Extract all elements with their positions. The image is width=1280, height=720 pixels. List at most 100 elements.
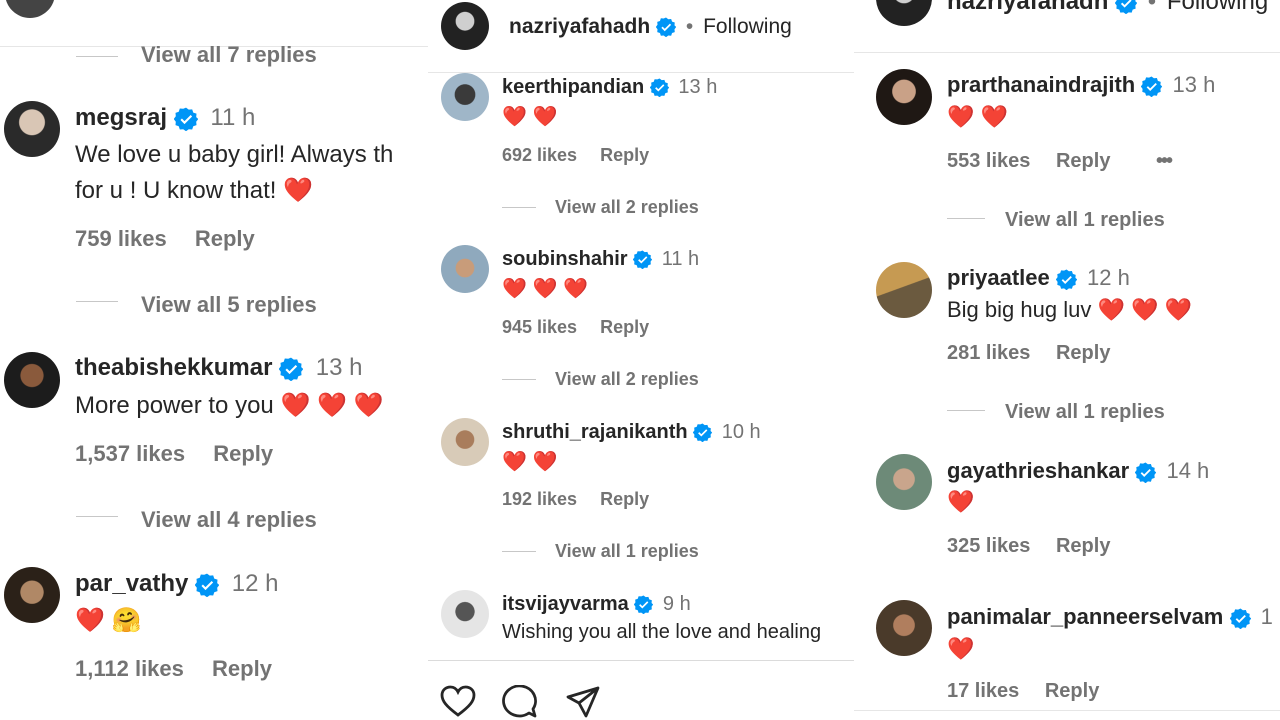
comment-text: ❤️ — [947, 489, 975, 514]
likes-count[interactable]: 692 likes — [502, 145, 577, 165]
timestamp: 9 h — [662, 593, 691, 615]
avatar-megsraj[interactable] — [4, 101, 60, 157]
verified-badge-icon — [195, 573, 220, 597]
reply-line — [947, 410, 985, 411]
username[interactable]: prarthanaindrajith — [947, 72, 1135, 97]
view-replies-link[interactable]: View all 7 replies — [141, 42, 317, 68]
reply-button[interactable]: Reply — [1056, 342, 1110, 364]
likes-count[interactable]: 945 likes — [502, 317, 577, 337]
timestamp: 13 h — [678, 76, 718, 98]
reply-button[interactable]: Reply — [213, 441, 273, 466]
likes-count[interactable]: 281 likes — [947, 342, 1030, 364]
avatar-prarthanaindrajith[interactable] — [876, 69, 932, 125]
likes-count[interactable]: 1,537 likes — [75, 441, 185, 466]
view-replies-link[interactable]: View all 2 replies — [555, 197, 699, 218]
reply-button[interactable]: Reply — [195, 226, 255, 251]
verified-badge-icon — [634, 595, 654, 615]
comments-panel-right: nazriyafahadh • Following prarthanaindra… — [854, 0, 1280, 720]
reply-button[interactable]: Reply — [1045, 680, 1099, 702]
comment-meta: 192 likes Reply — [502, 489, 649, 510]
comment-header: priyaatlee 12 h — [947, 265, 1130, 291]
reply-button[interactable]: Reply — [600, 145, 649, 165]
post-author-username[interactable]: nazriyafahadh — [509, 15, 650, 38]
post-author-avatar[interactable] — [876, 0, 932, 26]
reply-line — [502, 551, 536, 552]
following-button[interactable]: Following — [1167, 0, 1268, 15]
username[interactable]: soubinshahir — [502, 248, 628, 270]
username[interactable]: shruthi_rajanikanth — [502, 421, 688, 443]
timestamp: 14 h — [1166, 458, 1210, 483]
comment-meta: 325 likes Reply — [947, 535, 1110, 558]
username[interactable]: itsvijayvarma — [502, 593, 629, 615]
avatar-shruthi_rajanikanth[interactable] — [441, 418, 489, 466]
view-replies-link[interactable]: View all 1 replies — [555, 541, 699, 562]
more-options-icon[interactable]: ••• — [1156, 150, 1173, 172]
comment-meta: 281 likes Reply — [947, 342, 1110, 365]
comment-header: itsvijayvarma 9 h — [502, 593, 691, 616]
reply-line — [76, 56, 118, 57]
avatar-gayathrieshankar[interactable] — [876, 454, 932, 510]
timestamp: 12 h — [1086, 265, 1130, 290]
heart-icon[interactable] — [440, 685, 476, 717]
likes-count[interactable]: 325 likes — [947, 535, 1030, 557]
verified-badge-icon — [1055, 269, 1077, 290]
comment-icon[interactable] — [502, 685, 538, 719]
share-icon[interactable] — [565, 685, 601, 719]
comments-panel-left: View all 7 replies megsraj 11 h We love … — [0, 0, 428, 720]
username[interactable]: theabishekkumar — [75, 354, 272, 381]
reply-line — [502, 379, 536, 380]
post-header: nazriyafahadh • Following — [947, 0, 1268, 16]
avatar-itsvijayvarma[interactable] — [441, 590, 489, 638]
view-replies-link[interactable]: View all 2 replies — [555, 369, 699, 390]
comment-text: ❤️ ❤️ — [502, 451, 558, 473]
likes-count[interactable]: 553 likes — [947, 150, 1030, 172]
reply-button[interactable]: Reply — [600, 489, 649, 509]
post-author-avatar[interactable] — [441, 2, 489, 50]
comment-meta: 17 likes Reply — [947, 680, 1099, 703]
likes-count[interactable]: 17 likes — [947, 680, 1019, 702]
comment-header: soubinshahir 11 h — [502, 248, 699, 271]
avatar-soubinshahir[interactable] — [441, 245, 489, 293]
verified-badge-icon — [649, 78, 669, 98]
likes-count[interactable]: 759 likes — [75, 226, 167, 251]
comment-meta: 1,112 likes Reply — [75, 656, 272, 682]
timestamp: 11 h — [210, 104, 256, 131]
separator-dot: • — [1147, 0, 1157, 15]
verified-badge-icon — [1141, 76, 1163, 97]
avatar[interactable] — [5, 0, 55, 18]
reply-button[interactable]: Reply — [1056, 150, 1110, 172]
comment-text: for u ! U know that! ❤️ — [75, 177, 313, 204]
reply-line — [76, 301, 118, 302]
avatar-theabishekkumar[interactable] — [4, 352, 60, 408]
comment-header: gayathrieshankar 14 h — [947, 458, 1209, 484]
view-replies-link[interactable]: View all 4 replies — [141, 507, 317, 533]
reply-button[interactable]: Reply — [600, 317, 649, 337]
avatar-par_vathy[interactable] — [4, 567, 60, 623]
comment-text: We love u baby girl! Always th — [75, 141, 394, 168]
likes-count[interactable]: 192 likes — [502, 489, 577, 509]
reply-button[interactable]: Reply — [212, 656, 272, 681]
post-author-username[interactable]: nazriyafahadh — [947, 0, 1108, 15]
divider — [854, 52, 1280, 53]
username[interactable]: par_vathy — [75, 570, 188, 597]
comment-meta: 553 likes Reply ••• — [947, 150, 1173, 173]
avatar-panimalar_panneerselvam[interactable] — [876, 600, 932, 656]
verified-badge-icon — [1229, 608, 1251, 629]
avatar-keerthipandian[interactable] — [441, 73, 489, 121]
following-button[interactable]: Following — [703, 15, 792, 38]
comment-header: prarthanaindrajith 13 h — [947, 72, 1215, 98]
avatar-priyaatlee[interactable] — [876, 262, 932, 318]
divider — [854, 710, 1280, 711]
username[interactable]: panimalar_panneerselvam — [947, 604, 1223, 629]
username[interactable]: gayathrieshankar — [947, 458, 1129, 483]
reply-line — [502, 207, 536, 208]
view-replies-link[interactable]: View all 1 replies — [1005, 209, 1165, 232]
comment-meta: 759 likes Reply — [75, 226, 255, 252]
username[interactable]: keerthipandian — [502, 76, 644, 98]
view-replies-link[interactable]: View all 5 replies — [141, 292, 317, 318]
username[interactable]: priyaatlee — [947, 265, 1050, 290]
username[interactable]: megsraj — [75, 104, 167, 131]
reply-button[interactable]: Reply — [1056, 535, 1110, 557]
view-replies-link[interactable]: View all 1 replies — [1005, 401, 1165, 424]
likes-count[interactable]: 1,112 likes — [75, 656, 184, 681]
